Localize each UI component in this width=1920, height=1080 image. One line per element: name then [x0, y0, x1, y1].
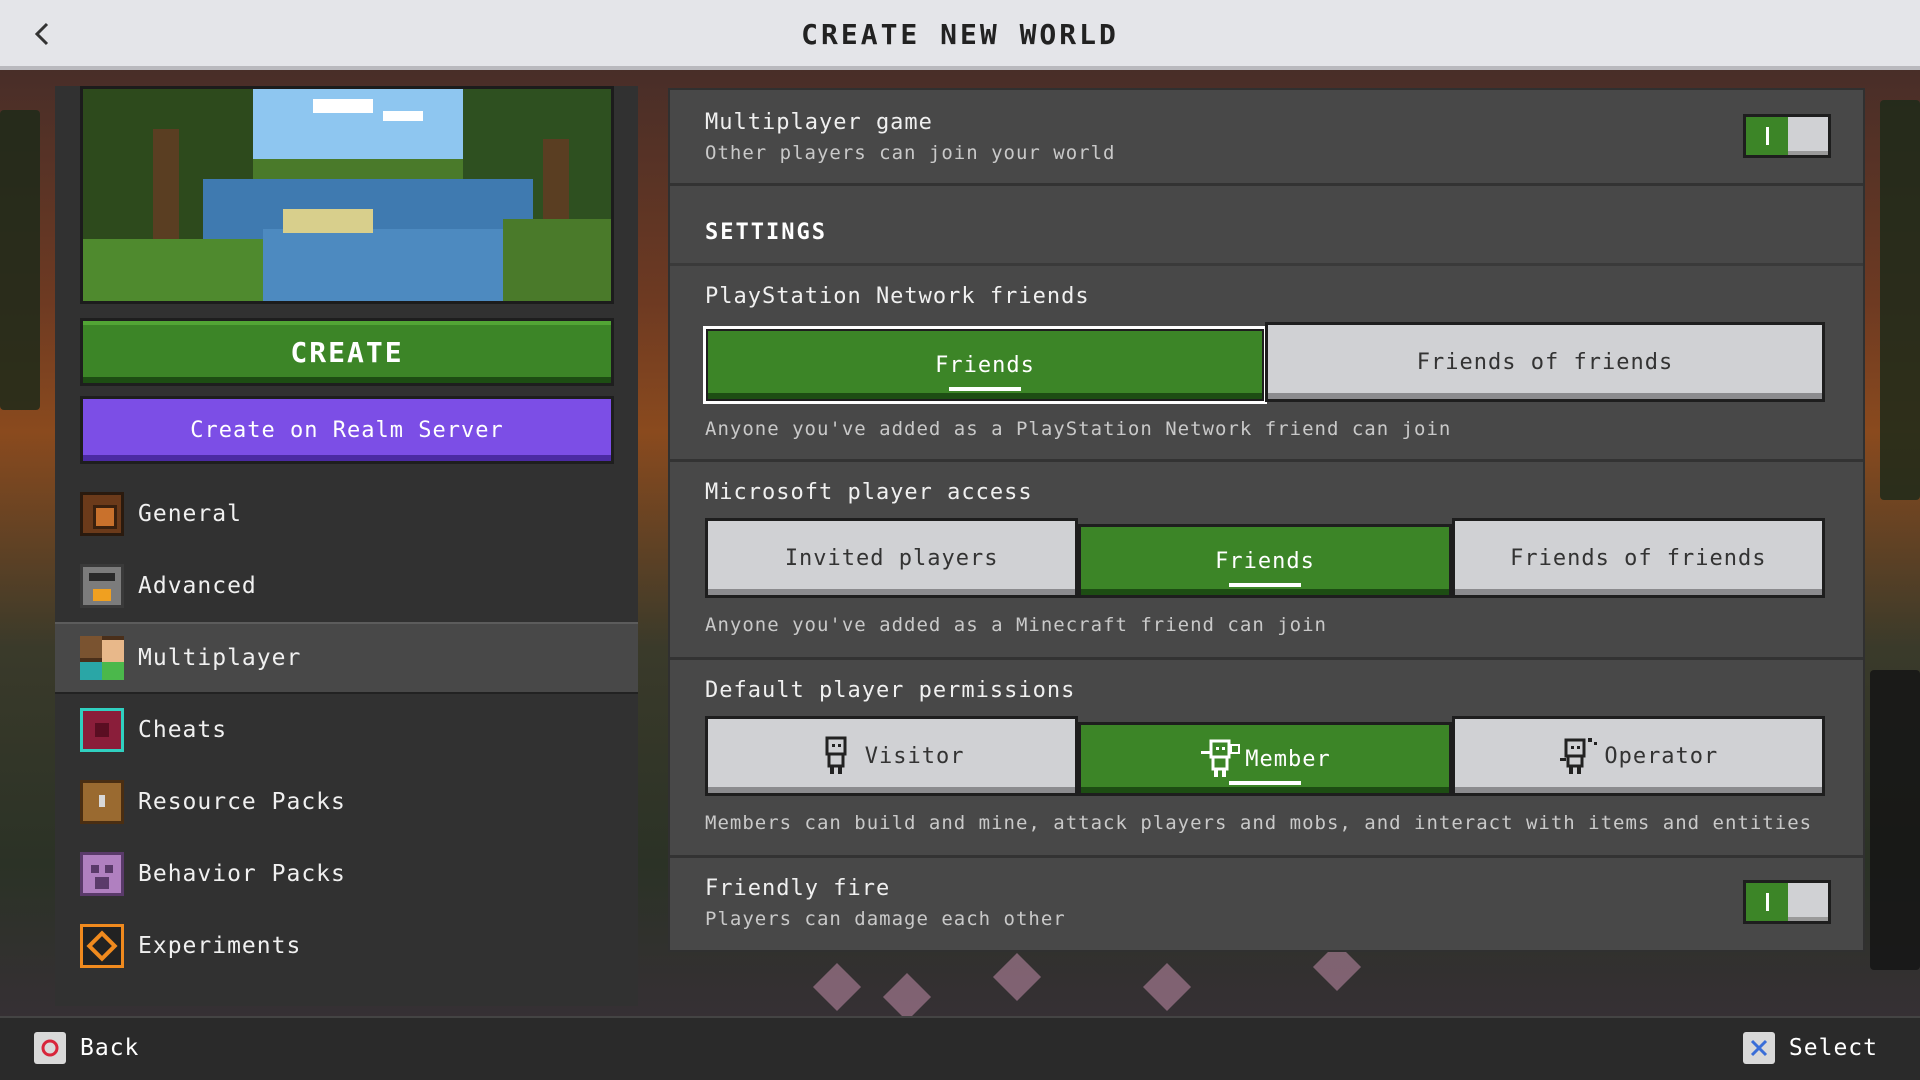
toggle-on-indicator — [1746, 117, 1788, 155]
microsoft-option-friends-of-friends[interactable]: Friends of friends — [1451, 518, 1825, 598]
sidebar-item-cheats[interactable]: Cheats — [55, 694, 638, 766]
command-block-icon — [80, 708, 124, 752]
option-label: Operator — [1604, 743, 1719, 769]
permissions-title: Default player permissions — [705, 678, 1076, 703]
option-label: Friends of friends — [1416, 349, 1674, 375]
select-hint[interactable]: Select — [1742, 1032, 1878, 1064]
selected-indicator — [1228, 583, 1301, 587]
microsoft-access-selector: Invited players Friends Friends of frien… — [705, 518, 1825, 598]
selected-indicator — [1228, 781, 1301, 785]
friendly-fire-toggle[interactable] — [1743, 880, 1831, 924]
sidebar-item-advanced[interactable]: Advanced — [55, 550, 638, 622]
create-on-realm-button[interactable]: Create on Realm Server — [80, 396, 614, 464]
friendly-fire-title: Friendly fire — [705, 876, 891, 901]
visitor-icon — [819, 736, 853, 776]
sidebar-item-label: Experiments — [138, 933, 302, 959]
back-label: Back — [80, 1035, 140, 1061]
toggle-knob — [1788, 117, 1828, 155]
multiplayer-game-title: Multiplayer game — [705, 110, 933, 135]
psn-friends-section: PlayStation Network friends Friends Frie… — [670, 266, 1863, 462]
friendly-fire-subtitle: Players can damage each other — [705, 908, 1066, 930]
psn-friends-description: Anyone you've added as a PlayStation Net… — [705, 418, 1452, 440]
creeper-icon — [80, 852, 124, 896]
furnace-icon — [80, 564, 124, 608]
world-preview-image — [80, 86, 614, 304]
experiment-icon — [80, 924, 124, 968]
multiplayer-game-row: Multiplayer game Other players can join … — [670, 90, 1863, 186]
settings-header: SETTINGS — [705, 220, 827, 245]
psn-friends-title: PlayStation Network friends — [705, 284, 1090, 309]
psn-option-friends-of-friends[interactable]: Friends of friends — [1265, 322, 1825, 402]
left-panel: CREATE Create on Realm Server General Ad… — [55, 86, 638, 1006]
chest-icon — [80, 780, 124, 824]
permissions-selector: Visitor Member Operator — [705, 716, 1825, 796]
microsoft-access-description: Anyone you've added as a Minecraft frien… — [705, 614, 1327, 636]
member-icon — [1199, 739, 1241, 779]
toggle-knob — [1788, 883, 1828, 921]
sidebar-item-behavior-packs[interactable]: Behavior Packs — [55, 838, 638, 910]
multiplayer-game-subtitle: Other players can join your world — [705, 142, 1116, 164]
players-icon — [80, 636, 124, 680]
sidebar-item-label: Resource Packs — [138, 789, 346, 815]
selected-indicator — [949, 387, 1021, 391]
bottom-hint-bar: Back Select — [0, 1016, 1920, 1080]
settings-header-row: SETTINGS — [670, 186, 1863, 266]
option-label: Friends — [1215, 548, 1315, 574]
multiplayer-game-toggle[interactable] — [1743, 114, 1831, 158]
sidebar-item-resource-packs[interactable]: Resource Packs — [55, 766, 638, 838]
top-bar: CREATE NEW WORLD — [0, 0, 1920, 70]
option-label: Friends of friends — [1510, 545, 1767, 571]
microsoft-access-title: Microsoft player access — [705, 480, 1033, 505]
option-label: Friends — [935, 352, 1035, 378]
gear-icon — [80, 492, 124, 536]
sidebar-item-multiplayer[interactable]: Multiplayer — [55, 622, 638, 694]
microsoft-option-invited-players[interactable]: Invited players — [705, 518, 1079, 598]
back-hint[interactable]: Back — [34, 1032, 139, 1064]
permissions-description: Members can build and mine, attack playe… — [705, 812, 1813, 834]
option-label: Member — [1245, 746, 1331, 772]
sidebar-item-general[interactable]: General — [55, 478, 638, 550]
cross-button-icon — [1742, 1032, 1775, 1064]
select-label: Select — [1788, 1035, 1878, 1061]
sidebar-nav: General Advanced Multiplayer Cheats Reso… — [55, 478, 638, 982]
sidebar-item-label: Multiplayer — [138, 645, 302, 671]
operator-icon — [1558, 736, 1598, 776]
option-label: Invited players — [784, 545, 999, 571]
permission-option-visitor[interactable]: Visitor — [705, 716, 1079, 796]
settings-panel: Multiplayer game Other players can join … — [668, 88, 1865, 952]
sidebar-item-label: General — [138, 501, 242, 527]
toggle-on-indicator — [1746, 883, 1788, 921]
option-label: Visitor — [864, 743, 965, 769]
microsoft-option-friends[interactable]: Friends — [1078, 524, 1452, 598]
permission-option-member[interactable]: Member — [1078, 722, 1452, 796]
psn-friends-selector: Friends Friends of friends — [703, 322, 1825, 404]
psn-option-friends[interactable]: Friends — [703, 326, 1267, 404]
permission-option-operator[interactable]: Operator — [1451, 716, 1825, 796]
permissions-section: Default player permissions Visitor Membe… — [670, 660, 1863, 858]
sidebar-item-experiments[interactable]: Experiments — [55, 910, 638, 982]
friendly-fire-row: Friendly fire Players can damage each ot… — [670, 858, 1863, 950]
sidebar-item-label: Cheats — [138, 717, 228, 743]
circle-button-icon — [34, 1032, 66, 1064]
create-button[interactable]: CREATE — [80, 318, 614, 386]
microsoft-access-section: Microsoft player access Invited players … — [670, 462, 1863, 660]
sidebar-item-label: Behavior Packs — [138, 861, 346, 887]
sidebar-item-label: Advanced — [138, 573, 257, 599]
page-title: CREATE NEW WORLD — [801, 18, 1119, 51]
